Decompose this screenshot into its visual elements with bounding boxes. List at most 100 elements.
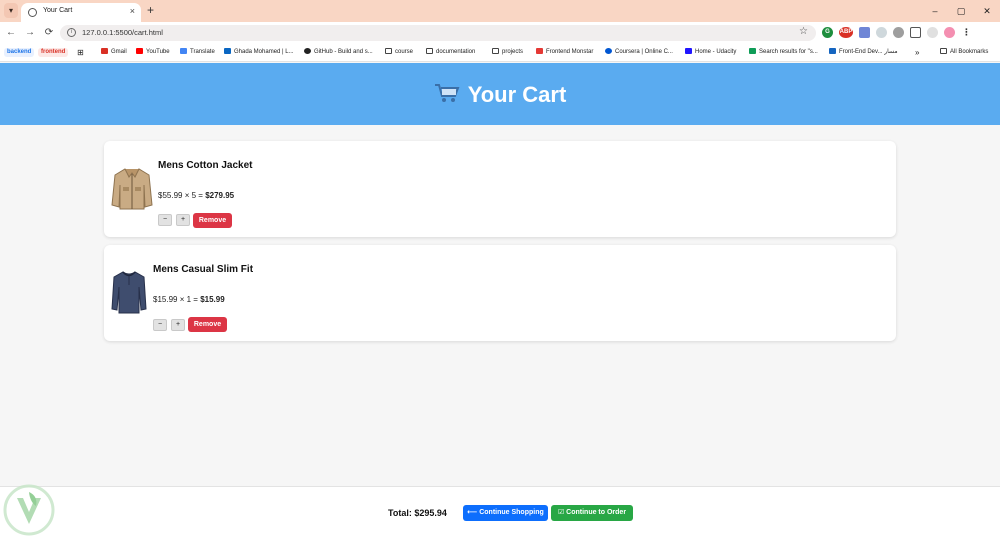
profile-avatar-icon[interactable] xyxy=(944,27,955,38)
extension-settings-icon[interactable] xyxy=(893,27,904,38)
folder-icon xyxy=(940,48,947,54)
remove-item-button[interactable]: Remove xyxy=(193,213,232,228)
quantity: 5 xyxy=(191,191,197,200)
bookmark-folder-documentation[interactable]: documentation xyxy=(426,48,475,57)
increase-quantity-button[interactable]: + xyxy=(171,319,185,331)
folder-icon xyxy=(385,48,392,54)
all-bookmarks-folder[interactable]: All Bookmarks xyxy=(940,48,988,57)
watermark-logo-icon xyxy=(2,484,56,536)
extension-page-icon[interactable] xyxy=(876,27,887,38)
bookmark-label: Home - Udacity xyxy=(695,49,737,55)
continue-to-order-button[interactable]: ☑ Continue to Order xyxy=(551,505,633,521)
bookmark-frontend-monstar[interactable]: Frontend Monstar xyxy=(536,48,593,57)
extension-grid-icon[interactable] xyxy=(859,27,870,38)
cart-item: Mens Casual Slim Fit $15.99 × 1 = $15.99… xyxy=(104,245,896,341)
price-line: $55.99 × 5 = $279.95 xyxy=(158,191,234,200)
tab-your-cart[interactable]: Your Cart × xyxy=(21,3,141,22)
close-tab-button[interactable]: × xyxy=(130,6,135,16)
bookmark-udacity[interactable]: Home - Udacity xyxy=(685,48,736,57)
address-bar[interactable]: i 127.0.0.1:5500/cart.html ☆ xyxy=(60,25,816,41)
minimize-button[interactable]: – xyxy=(922,0,948,22)
bookmark-label: course xyxy=(395,49,414,55)
continue-shopping-button[interactable]: ⟵ Continue Shopping xyxy=(463,505,548,521)
side-panel-icon[interactable] xyxy=(927,27,938,38)
reload-button[interactable]: ⟳ xyxy=(42,26,56,40)
grammarly-extension-icon[interactable]: G xyxy=(822,27,833,38)
folder-icon xyxy=(426,48,433,54)
gmail-icon xyxy=(101,48,108,54)
youtube-icon xyxy=(136,48,143,54)
total-value: $295.94 xyxy=(414,508,447,518)
product-name: Mens Casual Slim Fit xyxy=(153,264,254,275)
product-name: Mens Cotton Jacket xyxy=(158,160,253,171)
price-line: $15.99 × 1 = $15.99 xyxy=(153,295,225,304)
url-text: 127.0.0.1:5500/cart.html xyxy=(82,28,163,37)
bookmark-linkedin[interactable]: Ghada Mohamed | L... xyxy=(224,48,294,57)
extensions-bar: G ABP ⋮ xyxy=(822,27,972,38)
coursera-icon xyxy=(605,48,612,54)
cart-total: Total: $295.94 xyxy=(388,508,447,518)
site-info-icon[interactable]: i xyxy=(67,28,76,37)
browser-tabstrip: ▾ Your Cart × + – ▢ ✕ xyxy=(0,0,1000,22)
equals-sign: = xyxy=(198,191,203,200)
extensions-puzzle-icon[interactable] xyxy=(910,27,921,38)
back-button[interactable]: ← xyxy=(4,26,18,40)
page-title: Your Cart xyxy=(467,82,567,107)
new-tab-button[interactable]: + xyxy=(147,3,154,17)
equals-sign: = xyxy=(193,295,198,304)
bookmark-label: YouTube xyxy=(146,49,170,55)
bookmark-backend[interactable]: backend xyxy=(4,48,35,57)
page-header: Your Cart xyxy=(0,63,1000,125)
bookmark-label: Gmail xyxy=(111,49,127,55)
forward-button[interactable]: → xyxy=(23,26,37,40)
unit-price: $55.99 xyxy=(158,191,183,200)
bookmark-label: Front-End Dev... مسار xyxy=(839,49,898,55)
times-sign: × xyxy=(179,295,185,304)
adblock-extension-icon[interactable]: ABP xyxy=(839,27,853,38)
bookmark-coursera[interactable]: Coursera | Online C... xyxy=(605,48,673,57)
increase-quantity-button[interactable]: + xyxy=(176,214,190,226)
decrease-quantity-button[interactable]: − xyxy=(158,214,172,226)
bookmark-label: Ghada Mohamed | L... xyxy=(234,49,294,55)
bookmark-folder-course[interactable]: course xyxy=(385,48,413,57)
linkedin-icon xyxy=(224,48,231,54)
page-title-wrap: Your Cart xyxy=(0,82,1000,108)
frontend-monstar-icon xyxy=(536,48,543,54)
bookmark-star-icon[interactable]: ☆ xyxy=(799,26,808,37)
bookmark-label: Search results for "s... xyxy=(759,49,818,55)
tab-search-button[interactable]: ▾ xyxy=(4,3,18,18)
udacity-icon xyxy=(685,48,692,54)
close-window-button[interactable]: ✕ xyxy=(974,0,1000,22)
bookmark-frontend[interactable]: frontend xyxy=(38,48,69,57)
apps-grid-icon[interactable]: ⊞ xyxy=(77,48,84,57)
globe-icon xyxy=(28,8,37,17)
cart-footer: Total: $295.94 ⟵ Continue Shopping ☑ Con… xyxy=(0,486,1000,538)
bookmark-label: documentation xyxy=(436,49,476,55)
bookmark-folder-projects[interactable]: projects xyxy=(492,48,523,57)
times-sign: × xyxy=(184,191,190,200)
bookmark-gmail[interactable]: Gmail xyxy=(101,48,127,57)
browser-menu-icon[interactable]: ⋮ xyxy=(961,27,972,38)
unit-price: $15.99 xyxy=(153,295,178,304)
bookmark-search-results[interactable]: Search results for "s... xyxy=(749,48,818,57)
product-image-slim-fit xyxy=(111,269,147,315)
tab-title: Your Cart xyxy=(43,7,73,14)
bookmark-youtube[interactable]: YouTube xyxy=(136,48,170,57)
maximize-button[interactable]: ▢ xyxy=(948,0,974,22)
remove-item-button[interactable]: Remove xyxy=(188,317,227,332)
total-label: Total: xyxy=(388,508,412,518)
bookmarks-bar: backend frontend ⊞ Gmail YouTube Transla… xyxy=(0,44,1000,62)
browser-toolbar: ← → ⟳ i 127.0.0.1:5500/cart.html ☆ G ABP… xyxy=(0,22,1000,44)
more-bookmarks-button[interactable]: » xyxy=(915,48,919,57)
bookmark-label: GitHub - Build and s... xyxy=(314,49,373,55)
front-end-dev-icon xyxy=(829,48,836,54)
bookmark-github[interactable]: GitHub - Build and s... xyxy=(304,48,373,57)
bookmark-translate[interactable]: Translate xyxy=(180,48,215,57)
bookmark-label: Translate xyxy=(190,49,215,55)
bookmark-label: Coursera | Online C... xyxy=(615,49,673,55)
github-icon xyxy=(304,48,311,54)
bookmark-front-end-dev[interactable]: Front-End Dev... مسار xyxy=(829,48,898,57)
bookmark-label: Frontend Monstar xyxy=(546,49,594,55)
decrease-quantity-button[interactable]: − xyxy=(153,319,167,331)
folder-icon xyxy=(492,48,499,54)
